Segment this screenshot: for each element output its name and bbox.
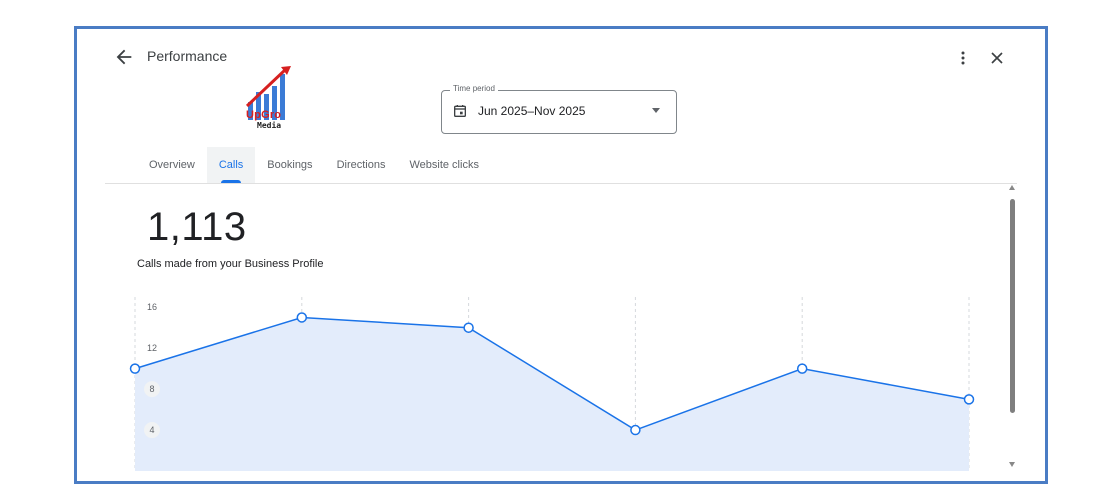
tab-website-clicks[interactable]: Website clicks — [397, 147, 490, 183]
tab-bar: Overview Calls Bookings Directions Websi… — [137, 147, 491, 183]
calls-total: 1,113 — [147, 205, 247, 249]
chart-data-point — [129, 363, 141, 374]
tab-directions[interactable]: Directions — [325, 147, 398, 183]
y-tick-label: 16 — [147, 302, 157, 312]
chart-data-point — [796, 363, 808, 374]
page-title: Performance — [147, 48, 228, 64]
dropdown-caret-icon — [652, 108, 660, 113]
scroll-up-arrow-icon[interactable] — [1009, 185, 1015, 190]
arrow-left-icon[interactable] — [113, 46, 135, 68]
y-tick-label: 4 — [149, 425, 154, 435]
y-tick-label: 8 — [149, 384, 154, 394]
tab-calls[interactable]: Calls — [206, 147, 256, 183]
calls-chart: 16 12 8 4 — [129, 297, 975, 471]
scroll-down-arrow-icon[interactable] — [1009, 462, 1015, 467]
tab-bookings[interactable]: Bookings — [255, 147, 324, 183]
time-period-label: Time period — [450, 84, 498, 93]
calendar-icon — [454, 105, 466, 117]
chart-data-point — [963, 394, 975, 405]
tab-overview[interactable]: Overview — [137, 147, 207, 183]
more-vert-icon[interactable] — [953, 47, 973, 69]
y-tick-label: 12 — [147, 343, 157, 353]
scrollbar-thumb[interactable] — [1010, 199, 1015, 413]
chart-data-point — [463, 322, 474, 333]
calls-description: Calls made from your Business Profile — [137, 258, 324, 270]
chart-area — [135, 317, 969, 471]
chart-data-point — [296, 312, 308, 323]
logo-text: UpGro — [246, 109, 282, 121]
logo-subtext: Media — [257, 121, 282, 130]
tabs-divider — [105, 183, 1017, 184]
time-period-select[interactable]: Time period Jun 2025–Nov 2025 — [441, 84, 677, 134]
performance-dialog: Performance UpGro Media Time period Jun … — [74, 26, 1048, 484]
chart-data-point — [630, 424, 641, 436]
time-period-value: Jun 2025–Nov 2025 — [478, 104, 586, 118]
close-icon[interactable] — [987, 47, 1007, 69]
